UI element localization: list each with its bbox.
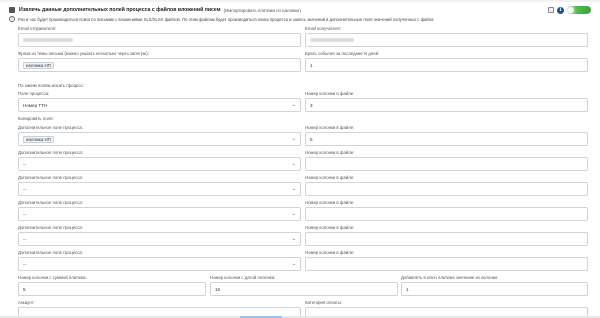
extra-field-select[interactable]: -- ⌄: [18, 207, 301, 221]
search-section-title: По каким полям искать процесс:: [18, 83, 85, 88]
redacted-value: [310, 38, 354, 42]
sum-col-label: Номер колонки с суммой платежа:: [18, 275, 87, 280]
extra-col-input[interactable]: 5: [305, 132, 588, 146]
date-col-input[interactable]: 16: [210, 282, 398, 296]
process-col-input[interactable]: 3: [305, 98, 588, 112]
extra-field-value: наложка НП: [23, 135, 54, 143]
enable-toggle[interactable]: [567, 6, 591, 14]
email-from-label: Email отправителя:: [18, 26, 57, 31]
key-col-label: Добавлять в ключ платежа значение из кол…: [401, 275, 499, 280]
header-actions: i: [548, 6, 591, 14]
extra-col-input[interactable]: [305, 257, 588, 271]
chevron-down-icon: ⌄: [291, 136, 296, 142]
extra-field-value: --: [23, 161, 27, 167]
key-col-value: 1: [406, 286, 409, 292]
chevron-down-icon: ⌄: [291, 186, 296, 192]
panel-header: Извлечь данные дополнительных полей проц…: [9, 4, 591, 16]
category-label: Категория оплаты:: [305, 300, 343, 305]
extra-col-input[interactable]: [305, 207, 588, 221]
subject-tag[interactable]: наложка НП: [23, 61, 54, 69]
panel-subtitle: (Импортировать платежи по наложке): [223, 7, 301, 13]
email-from-input[interactable]: [18, 33, 301, 47]
settings-panel: Извлечь данные дополнительных полей проц…: [0, 0, 600, 318]
top-shade: [0, 0, 600, 2]
description-text: Раз в час будет производиться поиск по п…: [18, 16, 434, 22]
extra-col-label: Номер колонки в файле:: [305, 250, 355, 255]
extra-col-input[interactable]: [305, 157, 588, 171]
date-col-label: Номер колонки с датой платежа:: [210, 275, 276, 280]
process-field-label: Поле процесса:: [18, 91, 50, 96]
sum-col-value: 5: [23, 286, 26, 292]
help-icon: ?: [9, 16, 15, 22]
days-value: 1: [310, 62, 313, 68]
extra-field-select[interactable]: -- ⌄: [18, 232, 301, 246]
days-input[interactable]: 1: [305, 58, 588, 72]
extra-field-label: Дополнительное поле процесса:: [18, 250, 84, 255]
date-col-value: 16: [215, 286, 221, 292]
extra-col-input[interactable]: [305, 232, 588, 246]
chevron-down-icon: ⌄: [291, 236, 296, 242]
redacted-value: [23, 38, 73, 42]
extra-field-label: Дополнительное поле процесса:: [18, 225, 84, 230]
extra-field-select[interactable]: -- ⌄: [18, 257, 301, 271]
info-icon[interactable]: i: [557, 6, 564, 14]
description-row: ? Раз в час будет производиться поиск по…: [9, 16, 433, 22]
extra-field-label: Дополнительное поле процесса:: [18, 175, 84, 180]
extra-col-input[interactable]: [305, 182, 588, 196]
extra-field-value: --: [23, 236, 27, 242]
extra-col-label: Номер колонки в файле:: [305, 125, 355, 130]
extra-col-value: 5: [310, 136, 313, 142]
key-col-input[interactable]: 1: [401, 282, 588, 296]
process-col-label: Номер колонки в файле:: [305, 91, 355, 96]
extra-field-value: --: [23, 211, 27, 217]
process-col-value: 3: [310, 102, 313, 108]
extra-col-label: Номер колонки в файле:: [305, 225, 355, 230]
extra-field-select[interactable]: -- ⌄: [18, 182, 301, 196]
extra-col-label: Номер колонки в файле:: [305, 150, 355, 155]
collapse-icon[interactable]: [9, 7, 15, 13]
process-field-value: Номер ТТН: [23, 102, 48, 108]
email-to-label: Email получателя:: [305, 26, 341, 31]
chevron-down-icon: ⌄: [291, 211, 296, 217]
extra-field-select[interactable]: -- ⌄: [18, 157, 301, 171]
extra-field-label: Дополнительное поле процесса:: [18, 200, 84, 205]
process-field-select[interactable]: Номер ТТН ⌄: [18, 98, 301, 112]
extra-field-value: --: [23, 186, 27, 192]
extra-field-label: Дополнительное поле процесса:: [18, 125, 84, 130]
chevron-down-icon: ⌄: [291, 102, 296, 108]
account-label: Аккаунт:: [18, 300, 35, 305]
extra-field-value: --: [23, 261, 27, 267]
extra-col-label: Номер колонки в файле:: [305, 175, 355, 180]
chevron-down-icon: ⌄: [291, 161, 296, 167]
extra-col-label: Номер колонки в файле:: [305, 200, 355, 205]
subject-input[interactable]: наложка НП: [18, 58, 301, 72]
copy-section-title: Копировать поля:: [18, 116, 54, 121]
extra-field-label: Дополнительное поле процесса:: [18, 150, 84, 155]
panel-title: Извлечь данные дополнительных полей проц…: [19, 7, 221, 13]
email-to-input[interactable]: [305, 33, 588, 47]
chevron-down-icon: ⌄: [291, 261, 296, 267]
copy-icon[interactable]: [548, 7, 554, 13]
account-select[interactable]: [18, 307, 301, 316]
subject-label: Фраза из темы письма (можно указать неск…: [18, 51, 149, 56]
sum-col-input[interactable]: 5: [18, 282, 206, 296]
days-label: Брать события за последние N дней:: [305, 51, 380, 56]
category-select[interactable]: [305, 307, 588, 316]
extra-field-select[interactable]: наложка НП ⌄: [18, 132, 301, 146]
